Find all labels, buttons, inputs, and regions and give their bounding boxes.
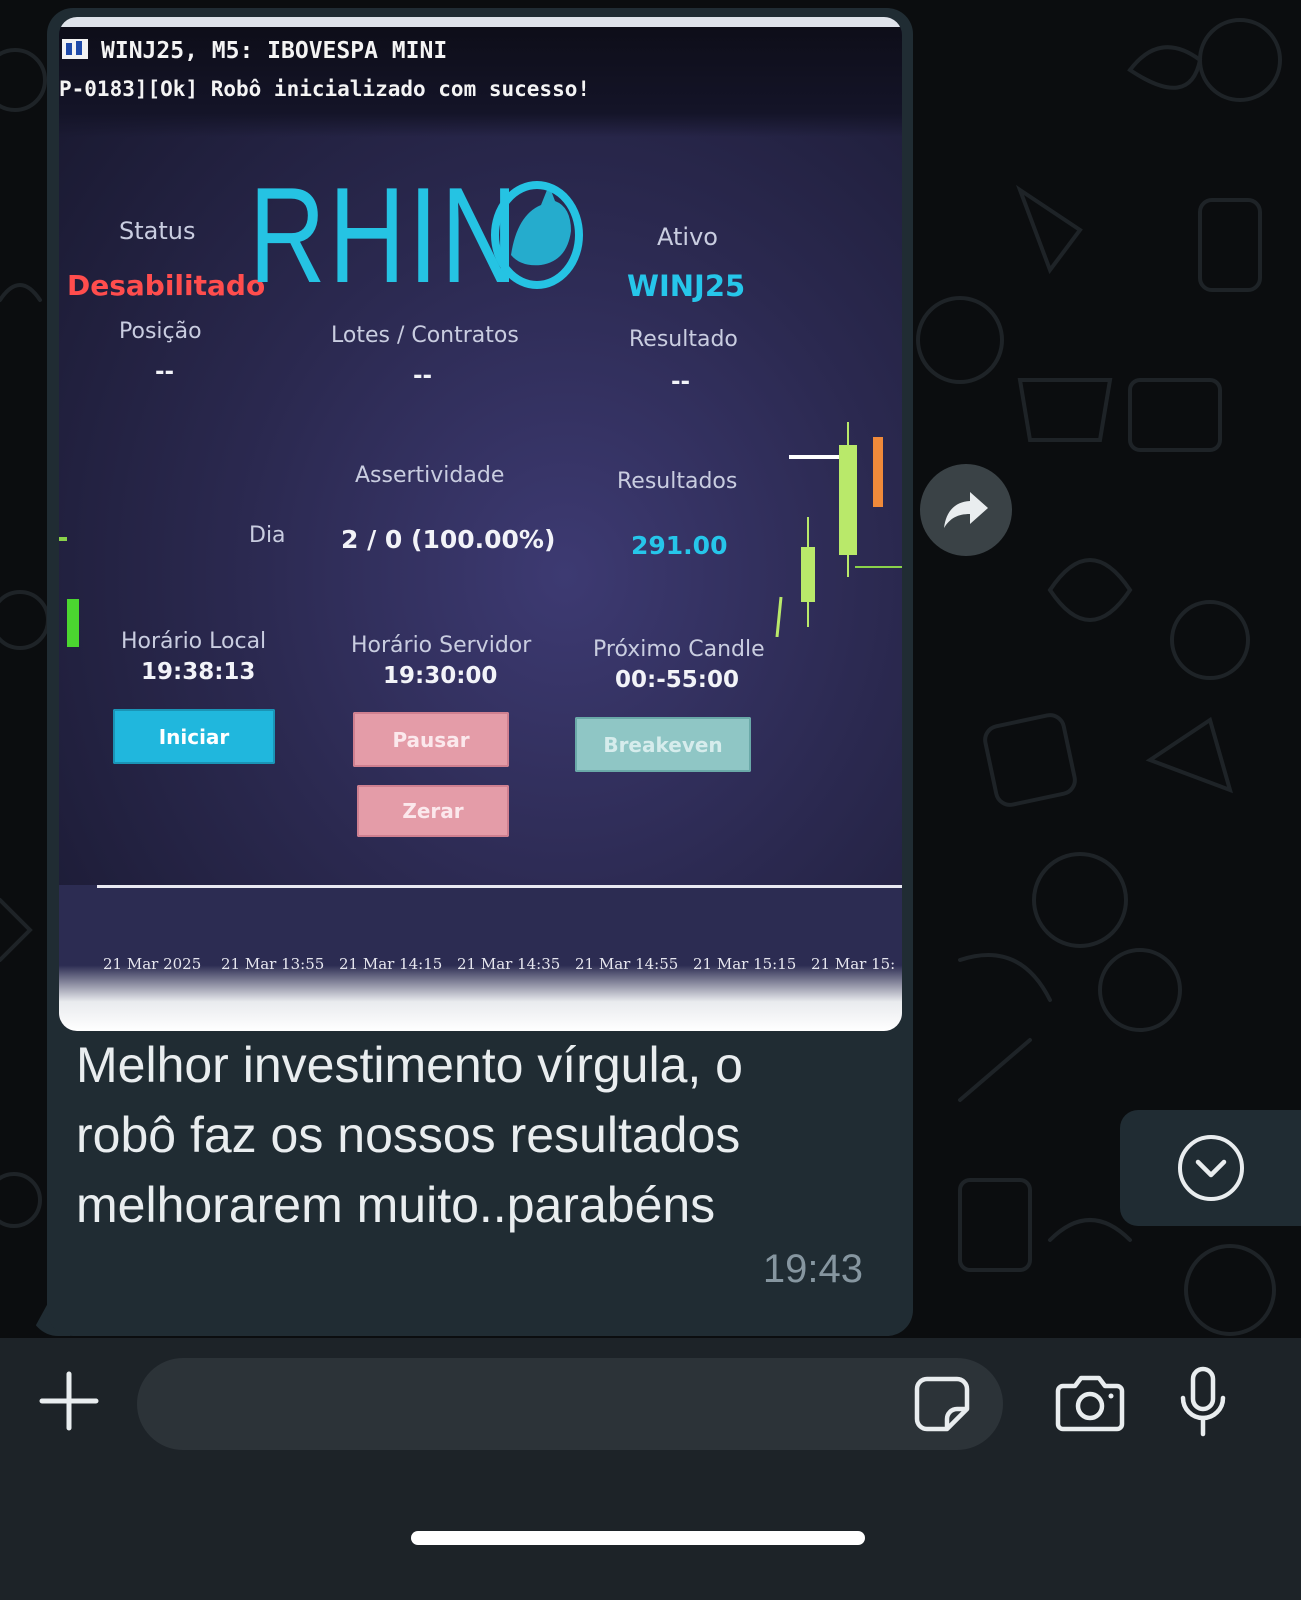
dia-assertividade: 2 / 0 (100.00%) <box>341 525 556 554</box>
horario-local-label: Horário Local <box>121 629 267 654</box>
status-label: Status <box>119 217 196 245</box>
volume-bar <box>67 599 79 647</box>
message-text: Melhor investimento vírgula, o robô faz … <box>76 1030 876 1240</box>
posicao-value: -- <box>155 359 175 385</box>
message-input[interactable] <box>167 1358 911 1452</box>
forward-icon <box>944 492 988 528</box>
message-line: robô faz os nossos resultados <box>76 1107 741 1163</box>
pausar-button[interactable]: Pausar <box>353 712 509 767</box>
horario-servidor-value: 19:30:00 <box>383 663 498 689</box>
forward-button[interactable] <box>920 464 1012 556</box>
axis-label: 21 Mar 14:15 <box>339 955 443 973</box>
axis-label: 21 Mar 15: <box>811 955 896 973</box>
camera-icon[interactable] <box>1055 1372 1125 1434</box>
axis-label: 21 Mar 15:15 <box>693 955 797 973</box>
axis-label: 21 Mar 2025 <box>103 955 202 973</box>
axis-label: 21 Mar 14:35 <box>457 955 561 973</box>
ativo-value: WINJ25 <box>627 269 746 303</box>
lotes-value: -- <box>413 363 433 389</box>
horario-local-value: 19:38:13 <box>141 659 256 685</box>
axis-line <box>97 885 902 888</box>
chart-window-icon <box>62 39 88 59</box>
rhino-logo-icon <box>491 181 583 289</box>
lotes-label: Lotes / Contratos <box>331 323 519 348</box>
resultado-value: -- <box>671 369 691 395</box>
terminal-log: P-0183][Ok] Robô inicializado com sucess… <box>59 77 591 101</box>
sticker-icon[interactable] <box>913 1375 971 1433</box>
chevron-down-icon <box>1177 1135 1244 1201</box>
message-photo[interactable]: WINJ25, M5: IBOVESPA MINI P-0183][Ok] Ro… <box>59 17 902 1031</box>
message-timestamp: 19:43 <box>762 1247 863 1291</box>
message-line: melhorarem muito..parabéns <box>76 1177 716 1233</box>
rhino-logo-text: RHIN <box>249 159 521 311</box>
candle-wick <box>775 596 783 637</box>
breakeven-button[interactable]: Breakeven <box>575 717 751 772</box>
message-input-container[interactable] <box>137 1358 1003 1452</box>
axis-labels: 21 Mar 2025 21 Mar 13:55 21 Mar 14:15 21… <box>103 955 902 973</box>
scroll-to-bottom-button[interactable] <box>1120 1110 1301 1226</box>
terminal-title: WINJ25, M5: IBOVESPA MINI <box>101 38 448 64</box>
candlestick-chart <box>775 422 902 637</box>
axis-label: 21 Mar 13:55 <box>221 955 325 973</box>
assertividade-label: Assertividade <box>355 463 505 488</box>
monitor-frame <box>59 17 902 27</box>
message-line: Melhor investimento vírgula, o <box>76 1037 743 1093</box>
candle-body <box>873 437 883 507</box>
dia-label: Dia <box>249 523 286 548</box>
horario-servidor-label: Horário Servidor <box>351 633 532 658</box>
resultado-label: Resultado <box>629 327 738 352</box>
iniciar-button[interactable]: Iniciar <box>113 709 275 764</box>
zerar-button[interactable]: Zerar <box>357 785 509 837</box>
status-value: Desabilitado <box>67 269 266 302</box>
posicao-label: Posição <box>119 319 202 344</box>
indicator-line <box>59 537 67 541</box>
proximo-candle-label: Próximo Candle <box>593 637 765 662</box>
axis-label: 21 Mar 14:55 <box>575 955 679 973</box>
dia-resultados: 291.00 <box>631 531 728 560</box>
resultados-label: Resultados <box>617 469 738 494</box>
ativo-label: Ativo <box>657 223 718 251</box>
microphone-icon[interactable] <box>1175 1366 1231 1438</box>
proximo-candle-value: 00:-55:00 <box>615 667 739 693</box>
home-indicator <box>411 1531 865 1545</box>
plus-icon[interactable] <box>38 1370 100 1432</box>
